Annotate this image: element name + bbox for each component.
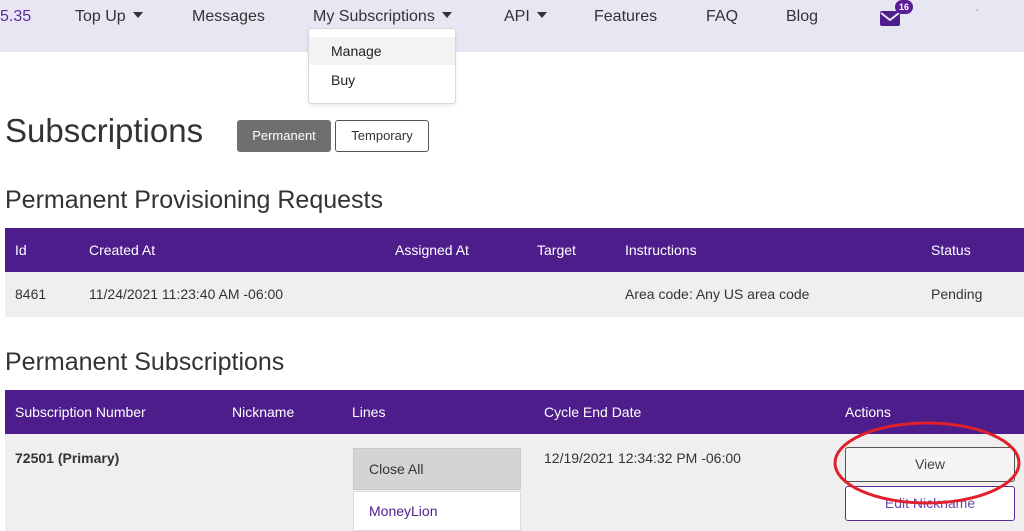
chevron-down-icon [132,11,143,18]
nav-api[interactable]: API [504,8,547,26]
column-header-nickname: Nickname [232,404,295,420]
nav-my-subscriptions[interactable]: My Subscriptions [313,8,452,26]
nav-top-up[interactable]: Top Up [75,8,143,26]
subscriptions-table-header: Subscription Number Nickname Lines Cycle… [5,390,1024,434]
requests-section-title: Permanent Provisioning Requests [5,186,383,214]
dropdown-item-manage[interactable]: Manage [309,37,455,65]
account-balance[interactable]: 5.35 [0,8,31,26]
top-navbar: 5.35 Top Up Messages My Subscriptions AP… [0,0,1024,52]
nav-api-label: API [504,8,530,25]
nav-features[interactable]: Features [594,8,657,26]
my-subscriptions-dropdown: Manage Buy [308,28,456,104]
nav-messages[interactable]: Messages [192,8,265,26]
nav-top-up-label: Top Up [75,8,126,25]
line-item-link[interactable]: MoneyLion [353,491,521,531]
request-status: Pending [931,286,983,302]
close-all-toggle[interactable]: Close All [353,448,521,490]
page-title: Subscriptions [5,112,204,149]
column-header-assigned-at: Assigned At [395,242,469,258]
column-header-instructions: Instructions [625,242,697,258]
column-header-cycle-end-date: Cycle End Date [544,404,642,420]
subscription-cycle-end: 12/19/2021 12:34:32 PM -06:00 [544,450,741,466]
column-header-lines: Lines [352,404,386,420]
permanent-toggle-button[interactable]: Permanent [237,120,331,152]
edit-nickname-button[interactable]: Edit Nickname [845,486,1015,521]
temporary-toggle-button[interactable]: Temporary [335,120,429,152]
table-row: 8461 11/24/2021 11:23:40 AM -06:00 Area … [5,272,1024,317]
chevron-down-icon [441,11,452,18]
nav-separator-dot [976,9,978,11]
chevron-down-icon [536,11,547,18]
column-header-id: Id [15,242,27,258]
requests-table-header: Id Created At Assigned At Target Instruc… [5,228,1024,272]
column-header-actions: Actions [845,404,891,420]
column-header-status: Status [931,242,971,258]
request-id: 8461 [15,286,47,302]
subscription-number: 72501 (Primary) [15,450,120,466]
view-button[interactable]: View [845,447,1015,482]
request-instructions: Area code: Any US area code [625,286,810,302]
lines-panel: Close All MoneyLion [353,448,521,531]
column-header-subscription-number: Subscription Number [15,404,146,420]
dropdown-item-buy[interactable]: Buy [309,66,455,94]
column-header-target: Target [537,242,576,258]
subscriptions-section-title: Permanent Subscriptions [5,348,285,376]
nav-faq[interactable]: FAQ [706,8,738,26]
request-created-at: 11/24/2021 11:23:40 AM -06:00 [89,286,284,302]
nav-blog[interactable]: Blog [786,8,818,26]
unread-count-badge: 16 [895,0,913,14]
column-header-created-at: Created At [89,242,156,258]
nav-my-subscriptions-label: My Subscriptions [313,8,435,25]
